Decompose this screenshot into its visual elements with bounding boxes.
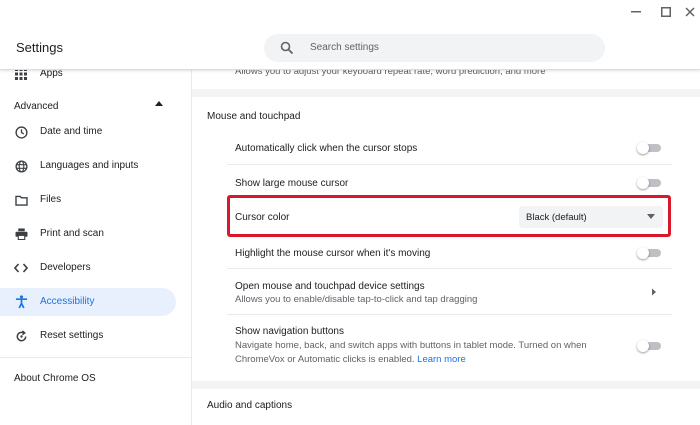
sidebar-divider [0, 357, 192, 358]
autoclick-toggle[interactable] [637, 142, 661, 154]
globe-icon [14, 159, 28, 173]
toggle-knob [637, 177, 649, 189]
sidebar-item-label: Accessibility [40, 296, 95, 307]
minimize-icon [631, 11, 641, 13]
sidebar-item-reset-settings[interactable]: Reset settings [0, 322, 176, 350]
chevron-right-icon[interactable] [651, 288, 657, 296]
section-divider [192, 381, 700, 389]
close-button[interactable] [680, 4, 700, 20]
sidebar-item-label: Print and scan [40, 228, 104, 239]
accessibility-icon [14, 295, 28, 309]
folder-icon [14, 193, 28, 207]
row-divider [227, 268, 672, 269]
caret-up-icon[interactable] [155, 101, 163, 107]
nav-buttons-description-line2: ChromeVox or Automatic clicks is enabled… [235, 353, 615, 367]
cursor-color-label: Cursor color [235, 212, 290, 223]
highlight-cursor-label: Highlight the mouse cursor when it's mov… [235, 248, 431, 259]
toggle-knob [637, 247, 649, 259]
maximize-icon [661, 7, 671, 17]
app-header: Settings Search settings [0, 0, 700, 70]
printer-icon [14, 227, 28, 241]
cursor-color-select[interactable]: Black (default) [519, 206, 663, 228]
toggle-knob [637, 142, 649, 154]
row-divider [227, 164, 672, 165]
sidebar-item-label: Developers [40, 262, 91, 273]
sidebar-item-label: Date and time [40, 126, 103, 137]
dropdown-arrow-icon [647, 214, 655, 219]
toggle-knob [637, 340, 649, 352]
nav-buttons-description: Navigate home, back, and switch apps wit… [235, 339, 615, 367]
close-icon [685, 7, 695, 17]
sidebar-item-label: Files [40, 194, 62, 205]
cursor-color-value: Black (default) [526, 212, 587, 223]
search-icon [280, 41, 294, 55]
sidebar-item-about-chrome-os[interactable]: About Chrome OS [14, 373, 96, 384]
autoclick-label: Automatically click when the cursor stop… [235, 143, 418, 154]
section-title-mouse: Mouse and touchpad [207, 111, 301, 122]
sidebar-item-print-and-scan[interactable]: Print and scan [0, 220, 176, 248]
sidebar-item-label: Languages and inputs [40, 160, 139, 171]
section-divider [192, 89, 700, 97]
sidebar-item-files[interactable]: Files [0, 186, 176, 214]
device-settings-label: Open mouse and touchpad device settings [235, 281, 425, 292]
device-settings-description: Allows you to enable/disable tap-to-clic… [235, 294, 478, 305]
nav-buttons-description-line1: Navigate home, back, and switch apps wit… [235, 340, 587, 351]
highlight-cursor-toggle[interactable] [637, 247, 661, 259]
clock-icon [14, 125, 28, 139]
sidebar-item-label: Reset settings [40, 330, 104, 341]
nav-buttons-label: Show navigation buttons [235, 326, 344, 337]
sidebar-item-accessibility[interactable]: Accessibility [0, 288, 176, 316]
minimize-button[interactable] [626, 4, 646, 20]
page-title: Settings [16, 40, 63, 55]
sidebar-item-developers[interactable]: Developers [0, 254, 176, 282]
search-placeholder: Search settings [310, 42, 379, 53]
maximize-button[interactable] [656, 4, 676, 20]
sidebar-section-advanced[interactable]: Advanced [14, 101, 58, 112]
reset-icon [14, 329, 28, 343]
section-title-audio: Audio and captions [207, 400, 293, 411]
sidebar-item-date-and-time[interactable]: Date and time [0, 118, 176, 146]
row-divider [227, 314, 672, 315]
search-input[interactable]: Search settings [264, 34, 605, 62]
large-cursor-toggle[interactable] [637, 177, 661, 189]
learn-more-link[interactable]: Learn more [417, 354, 466, 365]
large-cursor-label: Show large mouse cursor [235, 178, 349, 189]
nav-buttons-toggle[interactable] [637, 340, 661, 352]
code-icon [14, 261, 28, 275]
sidebar-item-languages[interactable]: Languages and inputs [0, 152, 176, 180]
nav-buttons-description-text: ChromeVox or Automatic clicks is enabled… [235, 354, 415, 365]
